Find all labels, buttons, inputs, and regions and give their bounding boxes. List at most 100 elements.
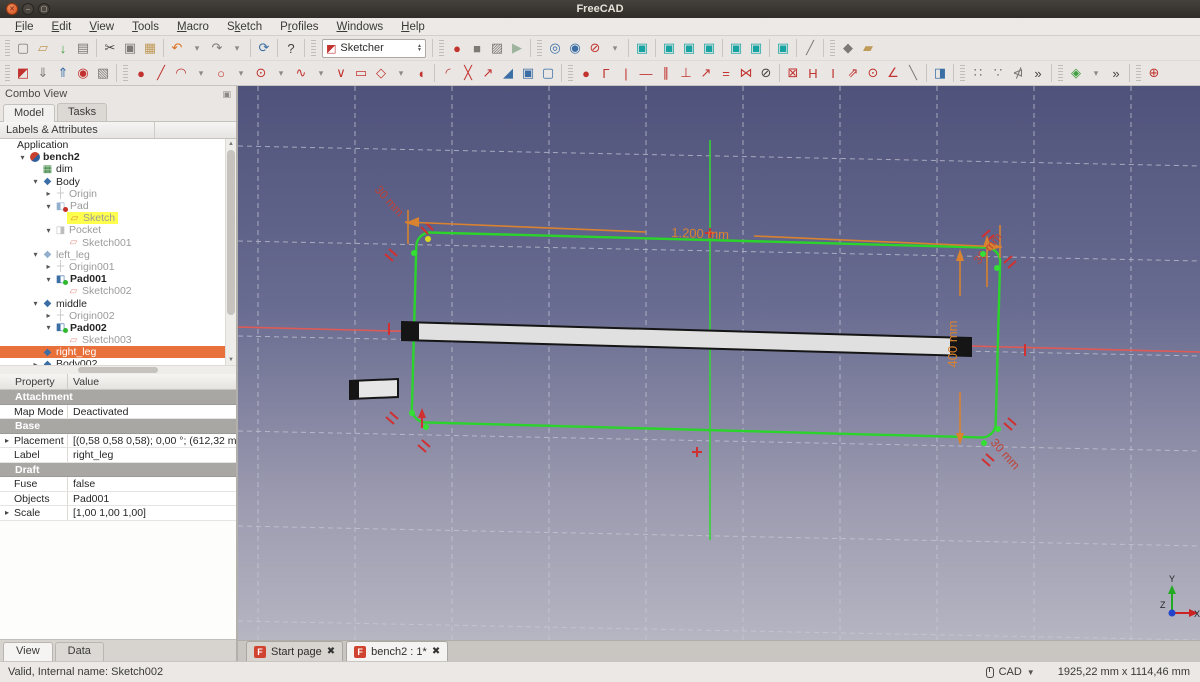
chevron-down-icon[interactable]: ▼ xyxy=(1027,668,1035,677)
tab-model[interactable]: Model xyxy=(3,104,55,122)
scrollbar-thumb[interactable] xyxy=(78,367,158,373)
view-rear-icon[interactable]: ▣ xyxy=(726,38,746,58)
property-row-objects[interactable]: Objects Pad001 xyxy=(0,491,236,506)
constrain-lock-icon[interactable]: ⊠ xyxy=(783,63,803,83)
constrain-distance-icon[interactable]: ⇗ xyxy=(843,63,863,83)
constrain-angle-icon[interactable]: ∠ xyxy=(883,63,903,83)
expand-arrow-icon[interactable]: ▾ xyxy=(43,226,54,235)
scroll-down-icon[interactable]: ▼ xyxy=(226,355,236,365)
select-elements-icon[interactable]: ∵ xyxy=(988,63,1008,83)
expand-arrow-icon[interactable]: ▾ xyxy=(17,153,28,162)
toggle-construction-icon[interactable]: ▢ xyxy=(538,63,558,83)
create-bspline-icon[interactable]: ∿ xyxy=(291,63,311,83)
close-icon[interactable]: ✖ xyxy=(432,646,440,657)
toolbar-drag-handle[interactable] xyxy=(5,65,10,81)
tab-data[interactable]: Data xyxy=(54,642,104,661)
tree-item-sketch002[interactable]: Sketch002 xyxy=(0,285,236,297)
menu-item-tools[interactable]: Tools xyxy=(123,18,168,36)
undo-icon[interactable]: ↶ xyxy=(167,38,187,58)
map-sketch-icon[interactable]: ⇑ xyxy=(53,63,73,83)
constrain-vertical-distance-icon[interactable]: I xyxy=(823,63,843,83)
cut-icon[interactable]: ✂ xyxy=(100,38,120,58)
overflow-2-icon[interactable]: » xyxy=(1106,63,1126,83)
toolbar-drag-handle[interactable] xyxy=(1136,65,1141,81)
expand-arrow-icon[interactable]: ▸ xyxy=(43,311,54,320)
toolbar-drag-handle[interactable] xyxy=(830,40,835,56)
toolbar-drag-handle[interactable] xyxy=(1058,65,1063,81)
bspline-more-2-icon[interactable]: ▾ xyxy=(1086,63,1106,83)
expand-arrow-icon[interactable]: ▸ xyxy=(0,434,14,448)
create-conic-icon[interactable]: ⊙ xyxy=(251,63,271,83)
toolbar-drag-handle[interactable] xyxy=(311,40,316,56)
menu-item-help[interactable]: Help xyxy=(392,18,434,36)
height-dimension-label[interactable]: 400 mm xyxy=(945,321,960,368)
tree-item-body[interactable]: ▾ Body xyxy=(0,176,236,188)
scrollbar-thumb[interactable] xyxy=(227,150,235,315)
toolbar-drag-handle[interactable] xyxy=(537,40,542,56)
property-row-map-mode[interactable]: Map Mode Deactivated xyxy=(0,404,236,419)
radius-label-top-left[interactable]: 30 mm xyxy=(372,183,407,220)
toolbar-drag-handle[interactable] xyxy=(123,65,128,81)
close-icon[interactable]: ✖ xyxy=(327,646,335,657)
tree-item-right_leg[interactable]: right_leg xyxy=(0,346,236,359)
property-value[interactable]: right_leg xyxy=(68,448,236,462)
create-sketch-icon[interactable]: ◩ xyxy=(13,63,33,83)
property-row-label[interactable]: Label right_leg xyxy=(0,448,236,463)
whats-this-icon[interactable]: ? xyxy=(281,38,301,58)
undo-more-icon[interactable]: ▾ xyxy=(187,38,207,58)
carbon-copy-icon[interactable]: ▣ xyxy=(518,63,538,83)
menu-item-edit[interactable]: Edit xyxy=(43,18,81,36)
view-isometric-icon[interactable]: ▣ xyxy=(632,38,652,58)
property-row-fuse[interactable]: Fuse false xyxy=(0,477,236,492)
tree-item-sketch001[interactable]: Sketch001 xyxy=(0,237,236,249)
menu-item-sketch[interactable]: Sketch xyxy=(218,18,271,36)
constrain-perpendicular-icon[interactable]: ⊥ xyxy=(676,63,696,83)
toolbar-drag-handle[interactable] xyxy=(439,40,444,56)
constrain-tangent-icon[interactable]: ↗ xyxy=(696,63,716,83)
expand-arrow-icon[interactable]: ▸ xyxy=(43,189,54,198)
constrain-coincident-icon[interactable]: ● xyxy=(576,63,596,83)
constrain-equal-icon[interactable]: = xyxy=(716,63,736,83)
tree-horizontal-scrollbar[interactable] xyxy=(0,365,236,374)
view-front-icon[interactable]: ▣ xyxy=(659,38,679,58)
leg-pad-solid[interactable] xyxy=(349,377,399,401)
navigation-style-selector[interactable]: CAD xyxy=(999,666,1022,678)
view-left-icon[interactable]: ▣ xyxy=(773,38,793,58)
tree-item-middle[interactable]: ▾ middle xyxy=(0,297,236,310)
property-value[interactable]: [(0,58 0,58 0,58); 0,00 °; (612,32 mm ..… xyxy=(68,434,236,448)
new-file-icon[interactable]: ▢ xyxy=(13,38,33,58)
tree-item-sketch[interactable]: Sketch xyxy=(0,212,236,225)
constrain-block-icon[interactable]: ⊘ xyxy=(756,63,776,83)
show-hide-bspline-icon[interactable]: ◈ xyxy=(1066,63,1086,83)
save-file-icon[interactable]: ↓ xyxy=(53,38,73,58)
tree-item-application[interactable]: Application xyxy=(0,139,236,151)
toggle-driving-constraint-icon[interactable]: ◨ xyxy=(930,63,950,83)
menu-item-file[interactable]: File xyxy=(6,18,43,36)
make-group-icon[interactable]: ▰ xyxy=(858,38,878,58)
toolbar-drag-handle[interactable] xyxy=(5,40,10,56)
external-geometry-icon[interactable]: ◢ xyxy=(498,63,518,83)
constrain-vertical-icon[interactable]: | xyxy=(616,63,636,83)
property-value[interactable]: [1,00 1,00 1,00] xyxy=(68,506,236,520)
constrain-point-on-object-icon[interactable]: Γ xyxy=(596,63,616,83)
create-rectangle-icon[interactable]: ▭ xyxy=(351,63,371,83)
view-bottom-icon[interactable]: ▣ xyxy=(746,38,766,58)
print-icon[interactable]: ▤ xyxy=(73,38,93,58)
macro-record-icon[interactable]: ● xyxy=(447,38,467,58)
draw-style-icon[interactable]: ⊘ xyxy=(585,38,605,58)
arc-more-icon[interactable]: ▾ xyxy=(191,63,211,83)
expand-arrow-icon[interactable]: ▾ xyxy=(43,202,54,211)
property-row-placement[interactable]: ▸ Placement [(0,58 0,58 0,58); 0,00 °; (61… xyxy=(0,433,236,448)
tree-vertical-scrollbar[interactable]: ▲ ▼ xyxy=(225,139,236,365)
constrain-horizontal-icon[interactable]: — xyxy=(636,63,656,83)
expand-arrow-icon[interactable]: ▸ xyxy=(0,506,14,520)
create-point-icon[interactable]: ● xyxy=(131,63,151,83)
bspline-more-icon[interactable]: ▾ xyxy=(311,63,331,83)
menu-item-macro[interactable]: Macro xyxy=(168,18,218,36)
toolbar-drag-handle[interactable] xyxy=(568,65,573,81)
create-part-icon[interactable]: ◆ xyxy=(838,38,858,58)
constrain-radius-icon[interactable]: ⊙ xyxy=(863,63,883,83)
3d-viewport[interactable]: 1.200 mm 400 mm 30 mm 30 mm 30 mm X Y Z xyxy=(238,86,1200,640)
document-tab-start-page[interactable]: F Start page ✖ xyxy=(246,641,344,661)
edit-sketch-icon[interactable]: ⇓ xyxy=(33,63,53,83)
